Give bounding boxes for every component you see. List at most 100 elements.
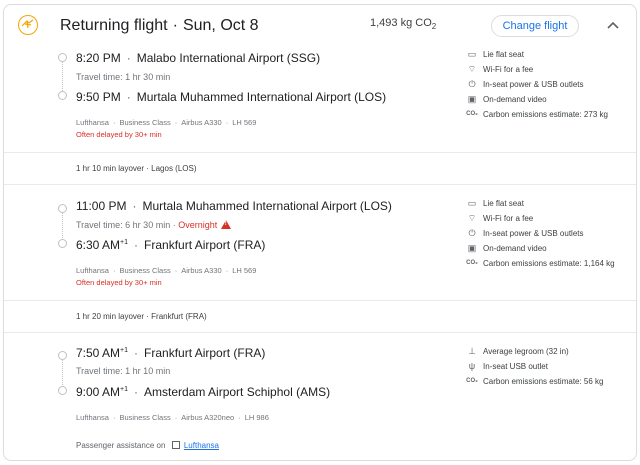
amenity-label: In-seat USB outlet — [483, 361, 548, 371]
arrival-time: 6:30 AM — [76, 238, 121, 252]
travel-time: Travel time: 1 hr 10 min — [76, 366, 170, 376]
video-icon: ▣ — [467, 242, 477, 253]
amenity-label: In-seat power & USB outlets — [483, 79, 584, 89]
travel-time: Travel time: 6 hr 30 min · Overnight — [76, 219, 232, 230]
day-offset: +1 — [120, 347, 129, 354]
aircraft-type: Airbus A320neo — [181, 413, 235, 422]
seat-icon: ▭ — [467, 48, 477, 59]
departure-airport: Malabo International Airport (SSG) — [136, 51, 321, 65]
change-flight-button[interactable]: Change flight — [491, 15, 579, 37]
wifi-icon: ⌔ — [467, 212, 477, 223]
seat-icon: ▭ — [467, 197, 477, 208]
delay-warning: Often delayed by 30+ min — [76, 278, 162, 287]
aircraft-type: Airbus A330 — [181, 118, 222, 127]
timeline-dot — [58, 386, 67, 395]
amenity-label: Carbon emissions estimate: 1,164 kg — [483, 258, 615, 268]
departure-row: 7:50 AM+1 · Frankfurt Airport (FRA) — [76, 346, 266, 360]
layover-text: 1 hr 10 min layover · Lagos (LOS) — [76, 164, 197, 173]
external-link-icon — [171, 441, 180, 449]
amenity-item: ψ In-seat USB outlet — [467, 361, 548, 371]
timeline-dot — [58, 53, 67, 62]
arrival-airport: Amsterdam Airport Schiphol (AMS) — [144, 385, 331, 399]
arrival-row: 6:30 AM+1 · Frankfurt Airport (FRA) — [76, 238, 266, 252]
departure-airport: Frankfurt Airport (FRA) — [144, 346, 266, 360]
timeline-dot — [58, 91, 67, 100]
aircraft-type: Airbus A330 — [181, 266, 222, 275]
amenity-label: On-demand video — [483, 243, 547, 253]
airline-logo-icon — [18, 15, 38, 35]
delay-warning: Often delayed by 30+ min — [76, 130, 162, 139]
arrival-time: 9:50 PM — [76, 90, 121, 104]
layover-row: 1 hr 20 min layover · Frankfurt (FRA) — [4, 300, 636, 333]
amenity-label: Carbon emissions estimate: 273 kg — [483, 109, 608, 119]
arrival-airport: Murtala Muhammed International Airport (… — [136, 90, 387, 104]
chevron-up-icon[interactable] — [606, 19, 620, 31]
legroom-icon: ⊥ — [468, 345, 476, 356]
travel-time-text: Travel time: 6 hr 30 min — [76, 220, 171, 230]
amenity-label: Lie flat seat — [483, 198, 524, 208]
amenity-label: Wi-Fi for a fee — [483, 213, 534, 223]
departure-time: 11:00 PM — [76, 199, 127, 213]
arrival-airport: Frankfurt Airport (FRA) — [144, 238, 266, 252]
amenity-label: Lie flat seat — [483, 49, 524, 59]
assistance-label: Passenger assistance on — [76, 441, 166, 450]
day-offset: +1 — [120, 386, 129, 393]
flight-number: LH 569 — [232, 266, 257, 275]
airline-name: Lufthansa — [76, 413, 109, 422]
departure-row: 11:00 PM · Murtala Muhammed International … — [76, 199, 392, 213]
cabin-class: Business Class — [119, 266, 171, 275]
amenity-item: CO₂ Carbon emissions estimate: 273 kg — [466, 109, 608, 119]
usb-icon: ψ — [468, 361, 476, 371]
departure-row: 8:20 PM · Malabo International Airport (SS… — [76, 51, 321, 65]
flight-card: Returning flight · Sun, Oct 8 1,493 kg CO2… — [3, 4, 637, 461]
title-separator: · — [172, 17, 178, 34]
amenity-item: CO₂ Carbon emissions estimate: 56 kg — [466, 376, 603, 386]
power-plug-icon: ⏻ — [468, 227, 476, 238]
amenity-label: Average legroom (32 in) — [483, 346, 569, 356]
amenity-item: ▣ On-demand video — [467, 94, 547, 104]
airline-name: Lufthansa — [76, 266, 109, 275]
co2-icon: CO₂ — [466, 260, 478, 266]
amenity-label: On-demand video — [483, 94, 547, 104]
travel-time-text: Travel time: 1 hr 10 min — [76, 366, 171, 376]
amenity-item: ⏻ In-seat power & USB outlets — [467, 78, 584, 89]
co2-icon: CO₂ — [466, 378, 478, 384]
co2-value: 1,493 kg CO — [370, 17, 432, 29]
passenger-assistance: Passenger assistance on Lufthansa — [76, 440, 219, 450]
amenity-item: ⌔ Wi-Fi for a fee — [467, 213, 533, 223]
flight-number: LH 986 — [244, 413, 269, 422]
departure-airport: Murtala Muhammed International Airport (… — [142, 199, 392, 213]
warning-icon — [221, 220, 232, 229]
cabin-class: Business Class — [119, 413, 171, 422]
departure-time: 8:20 PM — [76, 51, 121, 65]
airline-name: Lufthansa — [76, 118, 109, 127]
flight-meta: Lufthansa · Business Class · Airbus A330 · LH … — [76, 266, 257, 275]
card-header: Returning flight · Sun, Oct 8 1,493 kg CO2… — [4, 5, 636, 45]
flight-meta: Lufthansa · Business Class · Airbus A330 · LH … — [76, 118, 257, 127]
power-plug-icon: ⏻ — [468, 78, 476, 89]
flight-meta: Lufthansa · Business Class · Airbus A320neo ·… — [76, 413, 269, 422]
flight-number: LH 569 — [232, 118, 257, 127]
day-offset: +1 — [120, 239, 129, 246]
amenity-item: ▣ On-demand video — [467, 243, 547, 253]
page-title: Returning flight · Sun, Oct 8 — [60, 17, 259, 35]
overnight-label: Overnight — [178, 220, 218, 230]
amenity-item: ⊥ Average legroom (32 in) — [467, 346, 569, 356]
amenity-item: ⏻ In-seat power & USB outlets — [467, 227, 584, 238]
layover-row: 1 hr 10 min layover · Lagos (LOS) — [4, 152, 636, 185]
amenity-label: In-seat power & USB outlets — [483, 228, 584, 238]
title-label: Returning flight — [60, 17, 168, 34]
travel-time-text: Travel time: 1 hr 30 min — [76, 72, 171, 82]
amenity-item: ▭ Lie flat seat — [467, 198, 524, 208]
total-co2: 1,493 kg CO2 — [370, 17, 436, 31]
arrival-row: 9:00 AM+1 · Amsterdam Airport Schiphol (AM… — [76, 385, 331, 399]
travel-time: Travel time: 1 hr 30 min — [76, 72, 170, 82]
amenity-item: ⌔ Wi-Fi for a fee — [467, 64, 533, 74]
airline-link[interactable]: Lufthansa — [184, 441, 219, 450]
co2-icon: CO₂ — [466, 111, 478, 117]
timeline-dot — [58, 204, 67, 213]
video-icon: ▣ — [467, 93, 477, 104]
title-date: Sun, Oct 8 — [182, 17, 259, 34]
amenity-label: Wi-Fi for a fee — [483, 64, 534, 74]
amenity-item: ▭ Lie flat seat — [467, 49, 524, 59]
